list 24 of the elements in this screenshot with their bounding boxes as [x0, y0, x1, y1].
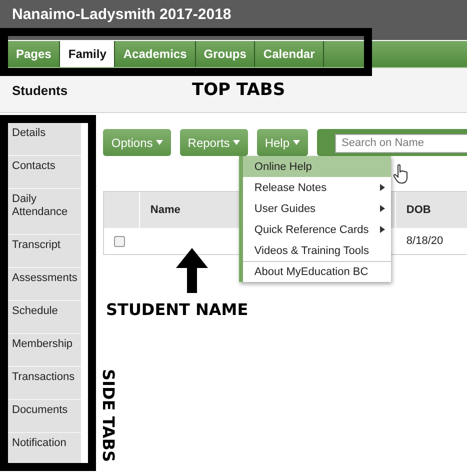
side-tab[interactable]: Contacts [8, 156, 82, 189]
side-tab[interactable]: Transactions [8, 367, 82, 400]
side-tab[interactable]: Transcript [8, 235, 82, 268]
menu-item[interactable]: Videos & Training Tools [243, 240, 392, 261]
side-tab[interactable]: Notification [8, 433, 82, 466]
side-tab[interactable]: Daily Attendance [8, 189, 82, 235]
district-title: Nanaimo-Ladysmith 2017-2018 [12, 6, 232, 23]
menu-item[interactable]: Online Help [243, 156, 392, 177]
top-tab[interactable]: Family [60, 41, 116, 67]
menu-item[interactable]: Quick Reference Cards [243, 219, 392, 240]
side-tab[interactable]: Assessments [8, 268, 82, 301]
side-tab[interactable]: Documents [8, 400, 82, 433]
menu-item[interactable]: About MyEducation BC [243, 261, 392, 282]
menu-item[interactable]: User Guides [243, 198, 392, 219]
annotation-label: TOP TABS [192, 80, 286, 100]
side-tab[interactable]: Schedule [8, 301, 82, 334]
annotation-label: SIDE TABS [99, 368, 118, 462]
table-cell: 8/18/20 [396, 228, 467, 254]
side-tab[interactable]: Membership [8, 334, 82, 367]
page-title: Students [12, 82, 68, 98]
side-tab[interactable]: Details [8, 123, 82, 156]
annotation-label: STUDENT NAME [106, 300, 248, 319]
search-field[interactable]: Search on Name [334, 134, 467, 152]
menu-item[interactable]: Release Notes [243, 177, 392, 198]
